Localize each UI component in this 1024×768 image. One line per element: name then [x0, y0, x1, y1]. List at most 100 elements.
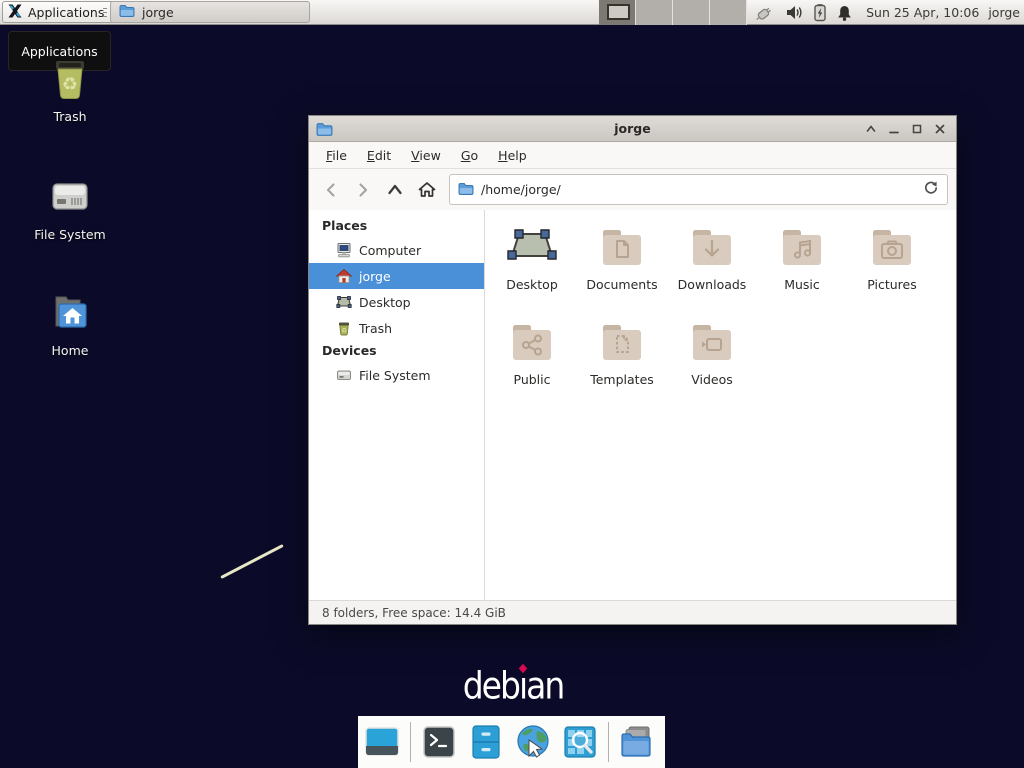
menu-edit[interactable]: Edit [357, 144, 401, 167]
panel-handle[interactable] [102, 4, 108, 21]
videos-folder-icon [688, 319, 736, 367]
menu-file[interactable]: File [316, 144, 357, 167]
notifications-bell-icon[interactable] [836, 4, 853, 22]
battery-charging-icon[interactable] [813, 3, 827, 22]
applications-menu-button[interactable]: Applications [2, 1, 114, 23]
sidebar-item-label: Trash [359, 321, 392, 336]
session-user-label[interactable]: jorge [988, 5, 1020, 20]
status-text: 8 folders, Free space: 14.4 GiB [322, 606, 506, 620]
file-item-music[interactable]: Music [757, 224, 847, 319]
taskbar-window-button[interactable]: jorge [110, 1, 310, 23]
globe-browser-icon [514, 723, 552, 761]
desktop-icon [502, 224, 562, 272]
folder-icon [119, 3, 135, 21]
up-button[interactable] [381, 176, 409, 204]
path-folder-icon [458, 181, 474, 199]
file-manager-window: jorge File Edit View Go Help [308, 115, 957, 625]
desktop-icon-label: Home [18, 343, 122, 358]
workspace-3[interactable] [673, 0, 710, 25]
user-home-icon [336, 268, 352, 284]
maximize-button[interactable] [905, 118, 928, 140]
trash-icon: ♻ [46, 54, 94, 102]
clock[interactable]: Sun 25 Apr, 10:06 [866, 5, 979, 20]
public-folder-icon [508, 319, 556, 367]
reload-icon[interactable] [923, 180, 939, 199]
templates-folder-icon [598, 319, 646, 367]
dock-panel [358, 716, 665, 768]
file-manager-launcher[interactable] [467, 723, 505, 761]
desktop-icon-label: Trash [18, 109, 122, 124]
sidebar-item-computer[interactable]: Computer [309, 237, 484, 263]
terminal-launcher[interactable] [420, 723, 458, 761]
system-tray: Sun 25 Apr, 10:06 jorge [754, 0, 1020, 25]
workspace-window-preview [607, 4, 630, 20]
desktop-icon [336, 294, 352, 310]
application-finder-launcher[interactable] [561, 723, 599, 761]
forward-button[interactable] [349, 176, 377, 204]
menu-view[interactable]: View [401, 144, 451, 167]
sidebar-item-label: Desktop [359, 295, 411, 310]
back-button[interactable] [317, 176, 345, 204]
directory-folder-icon [618, 723, 656, 761]
sidebar-item-desktop[interactable]: Desktop [309, 289, 484, 315]
file-item-label: Public [487, 372, 577, 387]
file-item-pictures[interactable]: Pictures [847, 224, 937, 319]
file-item-label: Documents [577, 277, 667, 292]
volume-icon[interactable] [785, 4, 804, 21]
taskbar-window-label: jorge [142, 5, 174, 20]
menu-help[interactable]: Help [488, 144, 537, 167]
trash-icon: ♻ [336, 320, 352, 336]
sidebar: Places Computer [309, 210, 485, 600]
power-plug-icon[interactable] [754, 3, 776, 23]
sidebar-item-trash[interactable]: ♻ Trash [309, 315, 484, 341]
file-item-desktop[interactable]: Desktop [487, 224, 577, 319]
file-item-templates[interactable]: Templates [577, 319, 667, 414]
directory-menu-button[interactable] [618, 723, 656, 761]
workspace-4[interactable] [710, 0, 747, 25]
show-desktop-button[interactable] [363, 723, 401, 761]
shade-button[interactable] [859, 118, 882, 140]
desktop-icon-trash[interactable]: ♻ Trash [18, 54, 122, 124]
downloads-folder-icon [688, 224, 736, 272]
sidebar-item-jorge[interactable]: jorge [309, 263, 484, 289]
applications-menu-label: Applications [28, 5, 104, 20]
home-button[interactable] [413, 176, 441, 204]
wallpaper-streak [220, 544, 283, 579]
file-item-public[interactable]: Public [487, 319, 577, 414]
minimize-button[interactable] [882, 118, 905, 140]
sidebar-item-file-system[interactable]: File System [309, 362, 484, 388]
top-panel: Applications jorge [0, 0, 1024, 25]
workspace-1[interactable] [599, 0, 636, 25]
toolbar: /home/jorge/ [309, 169, 956, 210]
svg-text:♻: ♻ [62, 74, 78, 95]
show-desktop-icon [363, 723, 401, 761]
pictures-folder-icon [868, 224, 916, 272]
desktop-icon-home[interactable]: Home [18, 288, 122, 358]
dock-separator [410, 722, 411, 762]
path-text[interactable]: /home/jorge/ [481, 182, 916, 197]
sidebar-item-label: Computer [359, 243, 421, 258]
dock-separator [608, 722, 609, 762]
menubar: File Edit View Go Help [309, 142, 956, 169]
hard-drive-icon [336, 367, 352, 383]
file-item-label: Desktop [487, 277, 577, 292]
desktop-icon-file-system[interactable]: File System [18, 172, 122, 242]
file-item-videos[interactable]: Videos [667, 319, 757, 414]
close-button[interactable] [928, 118, 951, 140]
desktop-icon-label: File System [18, 227, 122, 242]
workspace-2[interactable] [636, 0, 673, 25]
menu-go[interactable]: Go [451, 144, 488, 167]
terminal-icon [420, 723, 458, 761]
location-bar[interactable]: /home/jorge/ [449, 174, 948, 205]
file-item-label: Pictures [847, 277, 937, 292]
places-header: Places [309, 216, 484, 237]
titlebar[interactable]: jorge [309, 116, 956, 142]
file-item-label: Downloads [667, 277, 757, 292]
file-item-documents[interactable]: Documents [577, 224, 667, 319]
xfce-applications-icon [7, 3, 23, 22]
web-browser-launcher[interactable] [514, 723, 552, 761]
music-folder-icon [778, 224, 826, 272]
file-item-downloads[interactable]: Downloads [667, 224, 757, 319]
computer-icon [336, 242, 352, 258]
hard-drive-icon [46, 172, 94, 220]
